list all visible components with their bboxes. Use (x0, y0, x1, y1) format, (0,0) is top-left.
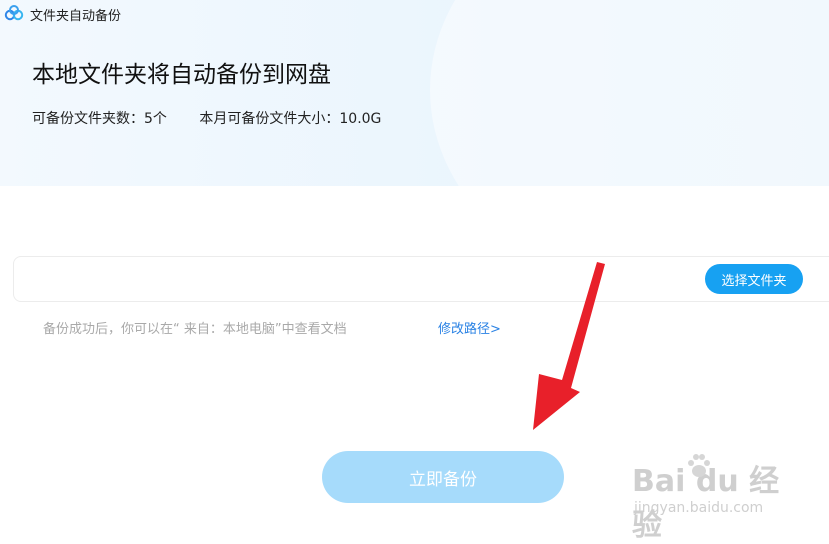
baidu-netdisk-cloud-icon (4, 5, 24, 21)
header-panel: 文件夹自动备份 本地文件夹将自动备份到网盘 可备份文件夹数：5个 本月可备份文件… (0, 0, 829, 186)
modify-path-link[interactable]: 修改路径> (438, 318, 501, 337)
page-title: 本地文件夹将自动备份到网盘 (32, 62, 331, 88)
monthly-size-text: 本月可备份文件大小：10.0G (199, 111, 382, 127)
watermark-url: jingyan.baidu.com (634, 500, 764, 516)
folder-count-text: 可备份文件夹数：5个 (32, 111, 167, 127)
backup-tip-text: 备份成功后，你可以在“ 来自：本地电脑”中查看文档 (43, 322, 347, 337)
title-bar: 文件夹自动备份 (0, 0, 829, 28)
paw-icon (688, 454, 710, 477)
backup-stats: 可备份文件夹数：5个 本月可备份文件大小：10.0G (32, 108, 381, 128)
red-annotation-arrow-icon (533, 262, 605, 430)
backup-now-button[interactable]: 立即备份 (322, 451, 564, 503)
baidu-jingyan-watermark: Bai du 经验 jingyan.baidu.com (632, 450, 792, 543)
choose-folder-button[interactable]: 选择文件夹 (705, 264, 803, 294)
window-title: 文件夹自动备份 (30, 9, 122, 24)
